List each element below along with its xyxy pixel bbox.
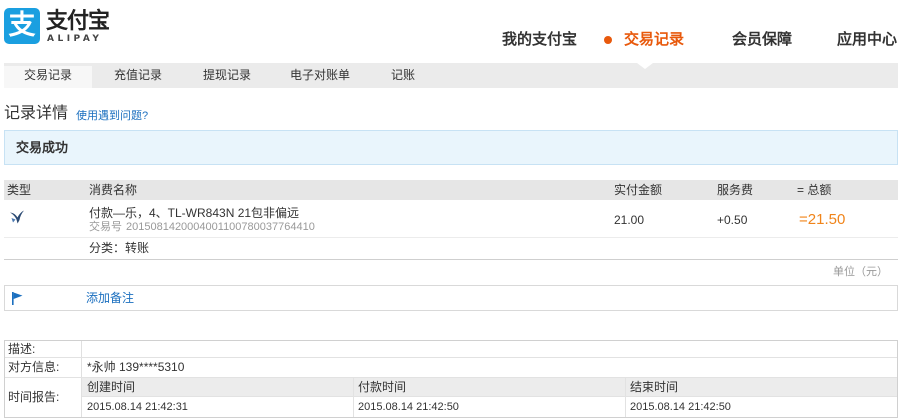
trade-number: 交易号 2015081420004001100780037764410 [89, 221, 315, 234]
add-note-link[interactable]: 添加备注 [86, 286, 134, 310]
record-table: 类型 消费名称 实付金额 服务费 = 总额 付款—乐，4、TL-WR843N 2… [4, 180, 898, 260]
created-time-value: 2015.08.14 21:42:31 [87, 401, 188, 413]
time-report-header: 创建时间 付款时间 结束时间 [82, 378, 897, 397]
time-report-row: 时间报告: 创建时间 付款时间 结束时间 2015.08.14 21:42:31… [5, 378, 897, 417]
paid-amount: 21.00 [614, 213, 645, 227]
sub-nav-recharge[interactable]: 充值记录 [114, 63, 162, 88]
header-name: 消费名称 [89, 183, 138, 197]
logo-text-en: ALIPAY [47, 34, 103, 44]
top-nav-transactions[interactable]: 交易记录 [624, 30, 684, 50]
status-banner: 交易成功 [4, 130, 898, 165]
sub-nav-e-statement[interactable]: 电子对账单 [290, 63, 350, 88]
top-nav-my-alipay[interactable]: 我的支付宝 [502, 30, 577, 50]
description-label: 描述: [8, 342, 36, 356]
time-report-label: 时间报告: [8, 390, 60, 404]
end-time-value: 2015.08.14 21:42:50 [625, 397, 897, 417]
unit-label: 单位（元） [833, 266, 888, 278]
table-row: 付款—乐，4、TL-WR843N 21包非偏远 交易号 2015081420004… [4, 200, 898, 238]
description-label-cell: 描述: [5, 341, 82, 357]
details-table: 描述: 对方信息: *永帅 139****5310 时间报告: 创建时间 付款时… [4, 340, 898, 418]
trade-number-label: 交易号 [89, 221, 122, 233]
category-text: 分类：转账 [89, 241, 150, 255]
page-title: 记录详情 [4, 105, 69, 122]
status-text: 交易成功 [16, 140, 69, 155]
header-paid: 实付金额 [614, 183, 663, 197]
counterparty-label-cell: 对方信息: [5, 358, 82, 377]
sub-nav-withdraw[interactable]: 提现记录 [203, 63, 251, 88]
note-box: 添加备注 [4, 285, 898, 311]
trade-number-value: 2015081420004001100780037764410 [126, 221, 315, 233]
header-total: = 总额 [797, 183, 832, 197]
category-row: 分类：转账 [4, 238, 898, 260]
help-link[interactable]: 使用遇到问题? [76, 108, 148, 124]
sub-nav-bookkeeping[interactable]: 记账 [391, 63, 415, 88]
record-table-header: 类型 消费名称 实付金额 服务费 = 总额 [4, 180, 898, 200]
flag-icon [11, 292, 23, 305]
sub-nav-transactions[interactable]: 交易记录 [4, 66, 92, 88]
transfer-icon [9, 209, 25, 225]
total-amount: =21.50 [799, 211, 846, 228]
header-fee: 服务费 [717, 183, 754, 197]
time-report-values: 2015.08.14 21:42:31 2015.08.14 21:42:50 … [82, 397, 897, 417]
time-report-label-cell: 时间报告: [5, 378, 82, 417]
top-nav-app-center[interactable]: 应用中心 [837, 30, 897, 50]
paid-time-value: 2015.08.14 21:42:50 [353, 397, 625, 417]
sub-nav: 交易记录 充值记录 提现记录 电子对账单 记账 [4, 63, 898, 88]
service-fee: +0.50 [717, 213, 748, 227]
time-report-grid: 创建时间 付款时间 结束时间 2015.08.14 21:42:31 2015.… [82, 378, 897, 417]
header-type: 类型 [7, 183, 32, 197]
counterparty-label: 对方信息: [8, 360, 60, 374]
paid-time-label: 付款时间 [353, 378, 625, 396]
alipay-logo-mark: 支 [4, 8, 40, 44]
end-time-label: 结束时间 [625, 378, 897, 396]
active-dot-icon [604, 36, 612, 44]
created-time-label: 创建时间 [87, 380, 136, 394]
logo-text-cn: 支付宝 [46, 8, 110, 33]
top-nav-member-protection[interactable]: 会员保障 [732, 30, 792, 50]
description-row: 描述: [5, 341, 897, 358]
alipay-logo[interactable]: 支 支付宝 ALIPAY [4, 8, 114, 48]
counterparty-value: *永帅 139****5310 [87, 360, 185, 374]
nav-pointer-icon [637, 63, 653, 69]
item-name: 付款—乐，4、TL-WR843N 21包非偏远 [89, 206, 300, 220]
counterparty-row: 对方信息: *永帅 139****5310 [5, 358, 897, 378]
